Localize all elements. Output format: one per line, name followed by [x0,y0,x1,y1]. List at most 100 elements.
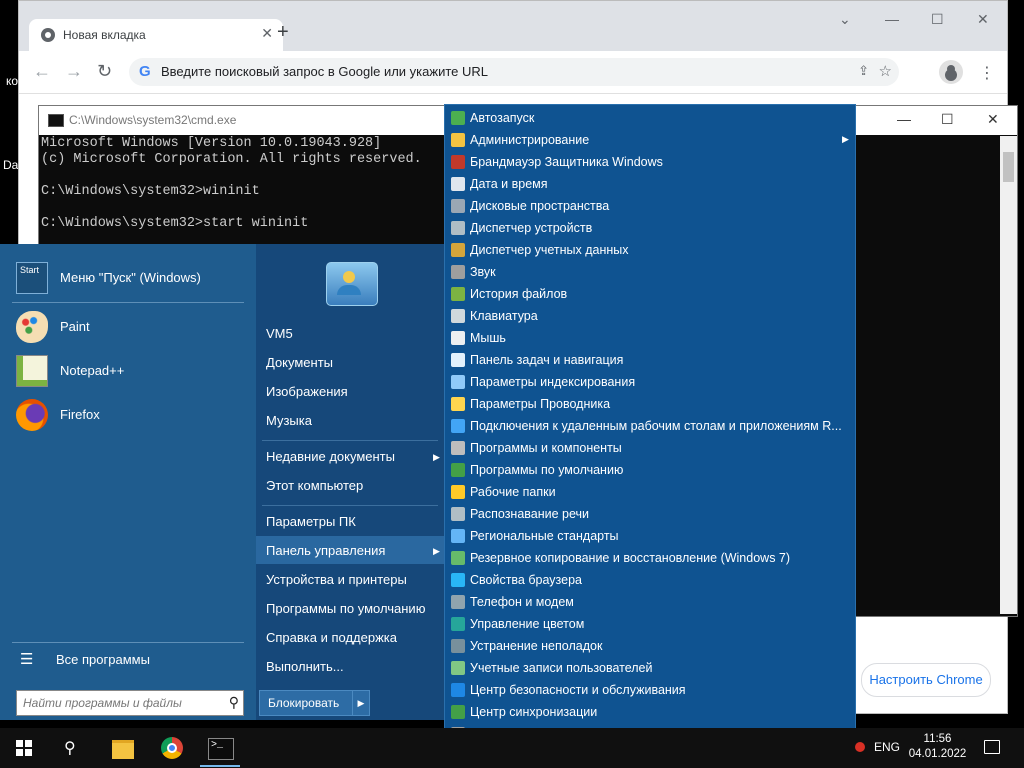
cmd-close-button[interactable]: ✕ [987,111,999,128]
new-tab-button[interactable]: + [277,21,289,44]
control-panel-item-label: Брандмауэр Защитника Windows [470,155,663,169]
start-item-this-pc[interactable]: Этот компьютер [266,478,363,493]
control-panel-item-label: Мышь [470,331,506,345]
user-avatar-icon[interactable] [326,262,378,306]
start-search-input[interactable]: Найти программы и файлы ⚲ [16,690,244,716]
maximize-button[interactable]: ☐ [931,11,944,28]
control-panel-item[interactable]: Мышь [445,327,855,349]
start-item-pictures[interactable]: Изображения [266,384,348,399]
clock[interactable]: 11:56 04.01.2022 [905,732,970,762]
notification-center-icon[interactable] [984,740,1000,754]
back-icon[interactable]: ← [33,61,51,82]
control-panel-item[interactable]: Подключения к удаленным рабочим столам и… [445,415,855,437]
scrollbar-thumb[interactable] [1003,152,1014,182]
start-item-help[interactable]: Справка и поддержка [266,630,397,645]
microphone-icon [451,507,465,521]
start-item-control-panel[interactable]: Панель управления [266,543,385,558]
control-panel-item[interactable]: Параметры индексирования [445,371,855,393]
control-panel-item[interactable]: Автозапуск [445,107,855,129]
control-panel-item[interactable]: Клавиатура [445,305,855,327]
control-panel-item[interactable]: Свойства браузера [445,569,855,591]
control-panel-item[interactable]: Телефон и модем [445,591,855,613]
cmd-minimize-button[interactable]: — [897,111,911,127]
tab-search-icon[interactable]: ⌄ [839,11,851,28]
taskbar-search-icon[interactable]: ⚲ [64,738,76,758]
share-icon[interactable]: ⇪ [858,63,869,79]
control-panel-item[interactable]: Звук [445,261,855,283]
start-item-run[interactable]: Выполнить... [266,659,344,674]
default-programs-icon [451,463,465,477]
divider [12,642,244,643]
chrome-tab[interactable]: Новая вкладка ✕ [29,19,283,51]
control-panel-item[interactable]: Рабочие папки [445,481,855,503]
pinned-firefox[interactable]: Firefox [12,395,244,435]
control-panel-item[interactable]: Программы по умолчанию [445,459,855,481]
minimize-button[interactable]: — [885,11,899,27]
network-error-icon[interactable] [855,742,865,752]
start-item-pc-settings[interactable]: Параметры ПК [266,514,356,529]
control-panel-item[interactable]: Управление цветом [445,613,855,635]
control-panel-item[interactable]: Центр безопасности и обслуживания [445,679,855,701]
control-panel-item[interactable]: Региональные стандарты [445,525,855,547]
profile-avatar-icon[interactable] [939,60,963,84]
omnibox[interactable]: G Введите поисковый запрос в Google или … [129,58,899,86]
menu-kebab-icon[interactable]: ⋮ [979,63,995,83]
control-panel-item[interactable]: Диспетчер учетных данных [445,239,855,261]
paint-icon [16,311,48,343]
desktop-icon-label[interactable]: Da [3,158,18,172]
windows-start-icon[interactable] [16,740,32,756]
control-panel-item[interactable]: Центр синхронизации [445,701,855,723]
control-panel-item[interactable]: Дисковые пространства [445,195,855,217]
start-item-recent-docs[interactable]: Недавние документы [266,449,395,464]
close-button[interactable]: ✕ [977,11,989,28]
control-panel-item[interactable]: История файлов [445,283,855,305]
control-panel-item-label: Панель задач и навигация [470,353,624,367]
control-panel-item[interactable]: Резервное копирование и восстановление (… [445,547,855,569]
start-item-music[interactable]: Музыка [266,413,312,428]
control-panel-item-label: Устранение неполадок [470,639,603,653]
cmd-scrollbar[interactable] [1000,136,1017,614]
tab-close-icon[interactable]: ✕ [261,25,273,42]
start-item-devices[interactable]: Устройства и принтеры [266,572,407,587]
control-panel-item-label: Центр синхронизации [470,705,598,719]
control-panel-item-label: Администрирование [470,133,590,147]
control-panel-item[interactable]: Параметры Проводника [445,393,855,415]
lock-button[interactable]: Блокировать [259,690,363,716]
pinned-paint[interactable]: Paint [12,307,244,347]
control-panel-item-label: Параметры Проводника [470,397,611,411]
file-explorer-icon[interactable] [112,740,134,759]
chrome-icon[interactable] [161,737,183,759]
control-panel-item[interactable]: Дата и время [445,173,855,195]
start-item-vm5[interactable]: VM5 [266,326,293,341]
customize-chrome-button[interactable]: Настроить Chrome [861,663,991,697]
chrome-tab-strip: Новая вкладка ✕ + ⌄ — ☐ ✕ [19,1,1007,51]
pinned-notepadpp[interactable]: Notepad++ [12,351,244,391]
cmd-taskbar-icon[interactable] [208,738,234,760]
device-manager-icon [451,221,465,235]
control-panel-item[interactable]: Программы и компоненты [445,437,855,459]
control-panel-item[interactable]: Диспетчер устройств [445,217,855,239]
control-panel-item-label: Клавиатура [470,309,538,323]
control-panel-item[interactable]: Распознавание речи [445,503,855,525]
control-panel-item[interactable]: Учетные записи пользователей [445,657,855,679]
control-panel-item[interactable]: Устранение неполадок [445,635,855,657]
submenu-arrow-icon: ▶ [433,546,440,556]
start-item-documents[interactable]: Документы [266,355,333,370]
control-panel-item[interactable]: Брандмауэр Защитника Windows [445,151,855,173]
language-indicator[interactable]: ENG [874,740,900,754]
control-panel-item-label: Рабочие папки [470,485,556,499]
forward-icon[interactable]: → [65,61,83,82]
control-panel-item[interactable]: Панель задач и навигация [445,349,855,371]
list-icon: ☰ [20,651,34,668]
bookmark-star-icon[interactable]: ☆ [879,62,892,80]
control-panel-item[interactable]: Администрирование ▶ [445,129,855,151]
reload-icon[interactable]: ↻ [97,61,112,82]
cmd-maximize-button[interactable]: ☐ [941,111,954,128]
search-icon[interactable]: ⚲ [229,694,239,711]
folder-icon [451,133,465,147]
desktop-icon-label[interactable]: ко [6,74,18,88]
lock-options-arrow-icon[interactable]: ▶ [352,690,370,716]
start-item-default-programs[interactable]: Программы по умолчанию [266,601,425,616]
pinned-start-menu[interactable]: Start Меню "Пуск" (Windows) [12,258,244,298]
logo-pane [16,749,23,756]
